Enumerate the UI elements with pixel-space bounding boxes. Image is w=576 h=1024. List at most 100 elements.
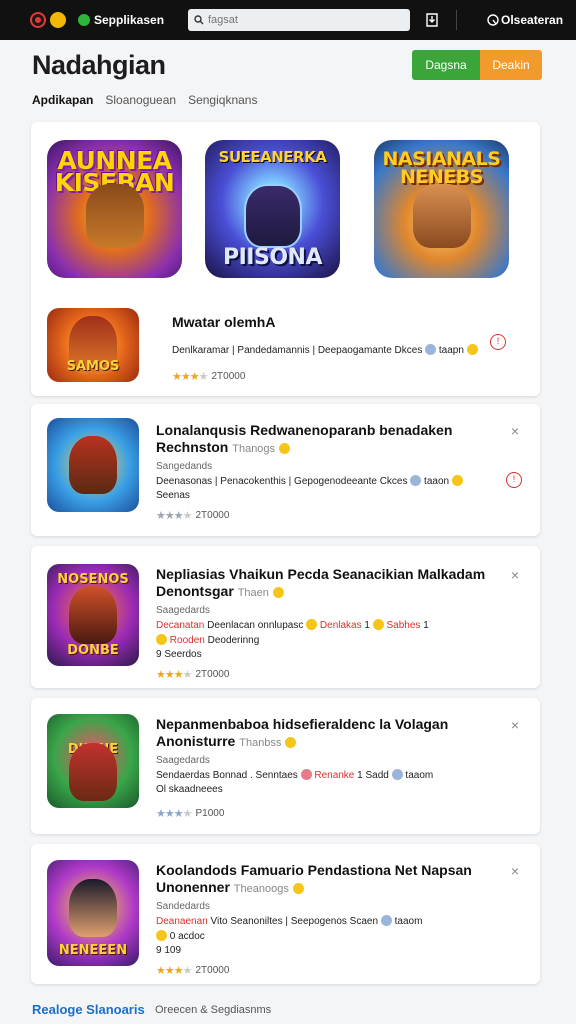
app-card[interactable]: Lonalanqusis Redwanenoparanb benadaken R… [31,404,540,536]
app-icon: DIRINE [47,714,139,808]
app-category: Saagedards [156,755,210,766]
app-title: Lonalanqusis Redwanenoparanb benadaken [156,422,453,438]
star-rating-icon: ★★★★ [156,965,192,977]
star-rating-icon: ★★★★ [156,808,192,820]
game-character-art [69,878,117,937]
smiley-icon [156,930,167,941]
game-logo-text: NASIANALS NENEBS [382,148,501,188]
app-meta: Sendaerdas Bonnad . Senntaes Renanke 1 S… [156,769,434,781]
user-icon [487,14,499,26]
close-icon[interactable]: × [508,424,522,438]
game-character-art [243,183,302,248]
app-meta: Deenasonas | Penacokenthis | Gepogenodee… [156,475,500,487]
app-meta-extra: 9 Seerdos [156,649,202,660]
account-menu[interactable]: Olseateran [487,13,563,27]
app-card[interactable]: NOSENOS DONBE Nepliasias Vhaikun Pecda S… [31,546,540,688]
game-logo-text: SAMOS [66,359,120,374]
app-category: Sandedards [156,901,210,912]
rating: ★★★★ 2T0000 [156,965,230,977]
app-meta-extra: Seenas [156,490,190,501]
smiley-icon [372,619,384,630]
rating: ★★★★ 2T0000 [156,510,230,522]
download-button[interactable] [424,11,440,29]
star-rating-icon: ★★★★ [172,371,208,383]
app-icon: NENEEEN [47,860,139,966]
game-character-art [69,743,117,802]
app-meta: Deanaenan Vito Seanoniltes | Seepogenos … [156,915,423,927]
featured-app-row[interactable]: SAMOS Mwatar olemhA Denlkaramar | Panded… [47,308,524,384]
app-card[interactable]: DIRINE Nepanmenbaboa hidsefieraldenc la … [31,698,540,834]
search-input[interactable] [208,14,388,26]
smiley-icon [272,587,284,598]
page-title: Nadahgian [32,50,166,80]
app-icon [47,418,139,512]
secondary-action-button[interactable]: Deakin [480,50,542,80]
close-icon[interactable]: × [508,718,522,732]
search-bar[interactable] [188,9,410,31]
app-icon: SAMOS [47,308,139,382]
close-icon[interactable]: × [508,568,522,582]
footer-link[interactable]: Realoge Slanoaris [32,1002,145,1017]
sparkle-icon [285,737,297,748]
app-meta-extra: 9 109 [156,945,182,956]
star-rating-icon: ★★★★ [156,510,192,522]
app-status-icon [78,14,90,26]
game-character-art [412,183,471,248]
app-category: Sangedands [156,461,213,472]
tab-sloanoguean[interactable]: Sloanoguean [105,93,176,107]
app-title: Koolandods Famuario Pendastiona Net Naps… [156,862,472,878]
app-meta: Denlkaramar | Pandedamannis | Deepaogama… [172,344,484,356]
game-logo-text: NENEEEN [58,943,128,958]
emoji-icon [300,769,312,780]
footer-text: Oreecen & Segdiasnms [155,1004,272,1016]
featured-game-tile[interactable]: NASIANALS NENEBS [374,140,509,278]
top-bar: Sepplikasen Olseateran [0,0,576,40]
download-icon [426,13,438,27]
app-icon: NOSENOS DONBE [47,564,139,666]
globe-icon [410,475,422,486]
close-icon[interactable]: × [508,864,522,878]
app-subtitle: Unonenner Theanoogs [156,879,500,898]
app-subtitle: Denontsgar Thaen [156,583,500,602]
game-character-art [69,586,117,644]
tab-apdikapan[interactable]: Apdikapan [32,93,93,107]
app-subtitle: Anonisturre Thanbss [156,733,500,752]
app-meta-extra: 0 acdoc [156,930,500,942]
info-icon[interactable]: ! [490,334,506,350]
app-meta-extra: Rooden Deoderinng [156,634,500,646]
featured-panel: AUNNEA KISEBAN SUEEANERKA PIISONA NASIAN… [31,122,540,396]
game-logo-text: DONBE [67,643,119,658]
globe-icon [391,769,403,780]
toolbar-divider [456,10,457,30]
globe-icon [425,344,437,355]
featured-game-tile[interactable]: AUNNEA KISEBAN [47,140,182,278]
info-icon[interactable]: ! [506,472,522,488]
search-icon [194,15,204,25]
game-logo-text: SUEEANERKA [218,148,327,166]
app-category: Saagedards [156,605,210,616]
app-title: Nepliasias Vhaikun Pecda Seanacikian Mal… [156,566,486,582]
featured-game-tile[interactable]: SUEEANERKA PIISONA [205,140,340,278]
globe-icon [380,915,392,926]
game-logo-text: NOSENOS [57,572,129,587]
smiley-icon [466,344,478,355]
game-character-art [69,436,117,494]
tab-bar: Apdikapan Sloanoguean Sengiqknans [32,93,257,107]
primary-action-button[interactable]: Dagsna [412,50,480,80]
smiley-icon [156,634,167,645]
app-meta-extra: Ol skaadneees [156,784,223,795]
rating: ★★★★ 2T0000 [172,371,246,383]
game-character-art [85,183,144,248]
app-meta: Decanatan Deenlacan onnlupasc Denlakas 1… [156,619,429,631]
account-label: Olseateran [501,13,564,27]
minimize-window-icon[interactable] [50,12,66,28]
app-label: Sepplikasen [94,13,165,27]
app-card[interactable]: NENEEEN Koolandods Famuario Pendastiona … [31,844,540,984]
close-window-icon[interactable] [32,14,44,26]
game-logo-text: PIISONA [223,245,322,270]
tab-sengiqknans[interactable]: Sengiqknans [188,93,257,107]
star-rating-icon: ★★★★ [156,669,192,681]
app-subtitle: Rechnston Thanogs [156,439,500,458]
rating: ★★★★ 2T0000 [156,669,230,681]
sparkle-icon [292,883,304,894]
